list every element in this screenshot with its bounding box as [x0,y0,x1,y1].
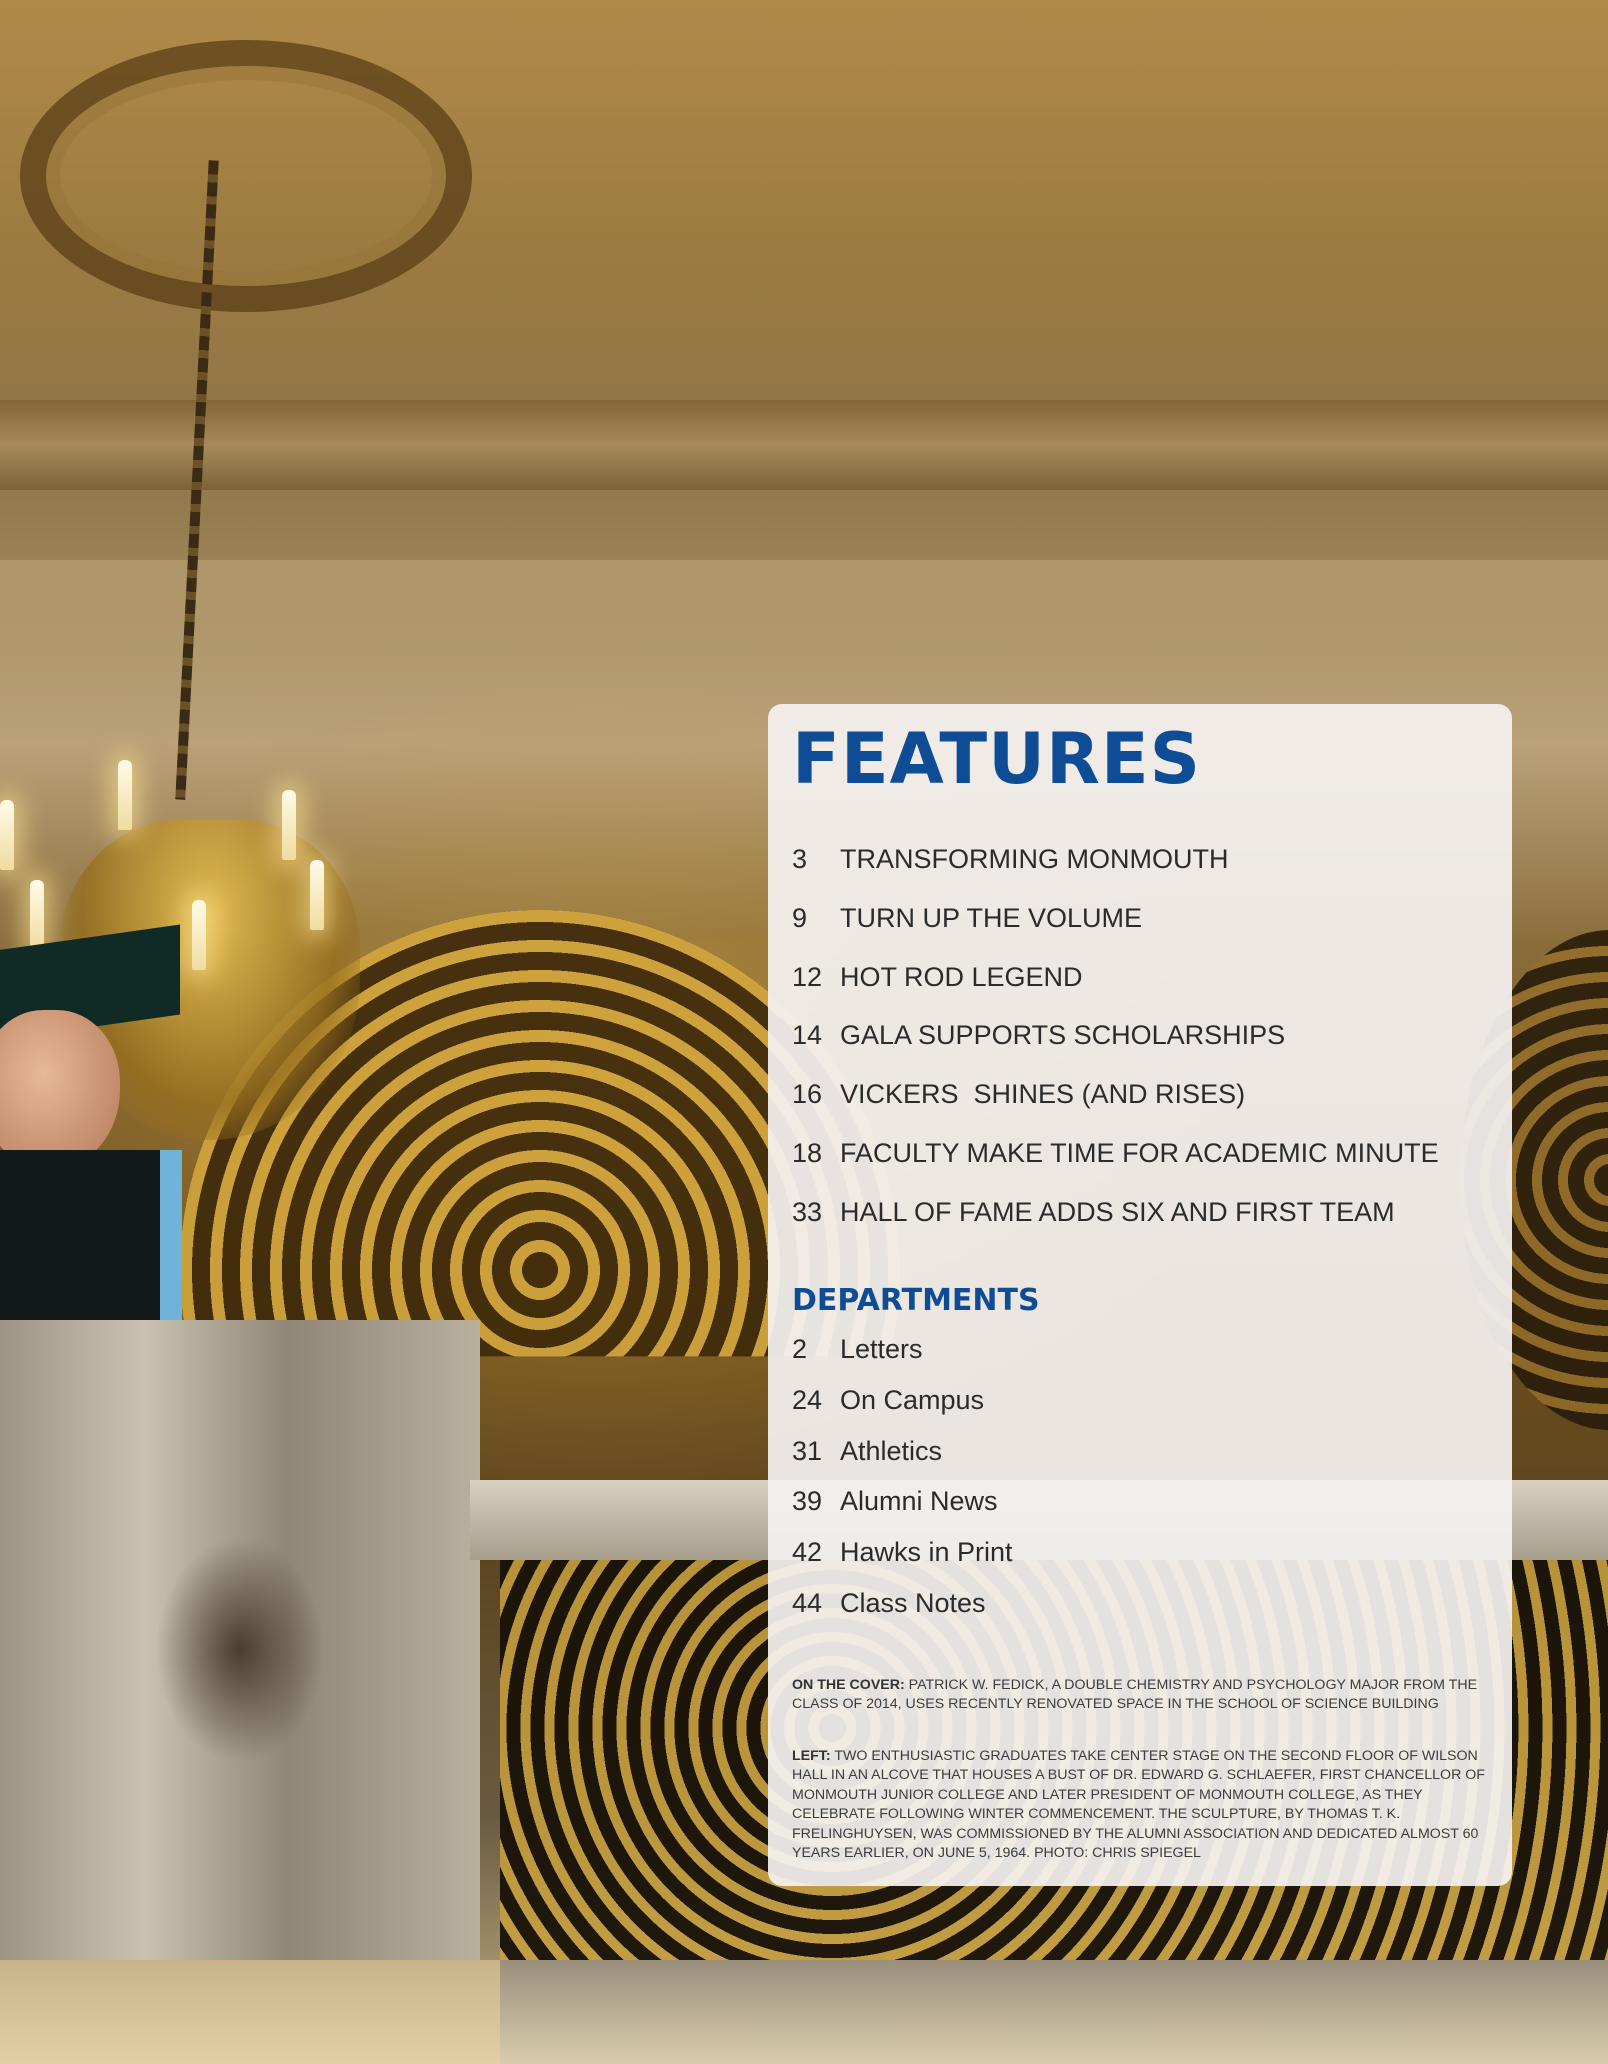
page-number: 18 [792,1137,823,1168]
contents-panel: FEATURES 3 TRANSFORMING MONMOUTH 9 TURN UP… [768,704,1512,1886]
feature-title: HALL OF FAME ADDS SIX AND FIRST TEAM [840,1196,1395,1227]
department-title: Alumni News [840,1486,998,1517]
features-heading: FEATURES [792,718,1202,800]
feature-item[interactable]: 33 HALL OF FAME ADDS SIX AND FIRST TEAM [792,1197,1492,1256]
department-title: Athletics [840,1435,943,1466]
feature-item[interactable]: 18 FACULTY MAKE TIME FOR ACADEMIC MINUTE [792,1138,1492,1197]
ceiling-molding [0,400,1608,490]
feature-item[interactable]: 14 GALA SUPPORTS SCHOLARSHIPS [792,1020,1492,1079]
feature-item[interactable]: 3 TRANSFORMING MONMOUTH [792,844,1492,903]
departments-heading: DEPARTMENTS [792,1283,1040,1318]
department-title: Hawks in Print [840,1537,1013,1568]
candle-light [30,880,44,950]
department-item[interactable]: 24 On Campus [792,1385,1492,1436]
feature-title: HOT ROD LEGEND [840,961,1083,992]
feature-title: GALA SUPPORTS SCHOLARSHIPS [840,1020,1286,1051]
department-title: Letters [840,1334,923,1364]
photo-caption-label: LEFT: [792,1748,831,1764]
department-item[interactable]: 31 Athletics [792,1436,1492,1487]
page-number: 24 [792,1384,823,1415]
feature-title: TURN UP THE VOLUME [840,902,1143,933]
candle-light [0,800,14,870]
page-number: 42 [792,1537,823,1568]
page-number: 12 [792,961,823,992]
feature-item[interactable]: 9 TURN UP THE VOLUME [792,903,1492,962]
feature-title: TRANSFORMING MONMOUTH [840,844,1229,874]
candle-light [192,900,206,970]
feature-item[interactable]: 16 VICKERS SHINES (AND RISES) [792,1079,1492,1138]
floor-band-left [0,1960,500,2064]
department-item[interactable]: 39 Alumni News [792,1486,1492,1537]
page-number: 2 [792,1334,808,1364]
department-title: Class Notes [840,1587,986,1618]
photo-caption: LEFT: TWO ENTHUSIASTIC GRADUATES TAKE CE… [792,1747,1486,1863]
feature-title: FACULTY MAKE TIME FOR ACADEMIC MINUTE [840,1137,1439,1168]
department-title: On Campus [840,1384,985,1415]
page-number: 16 [792,1079,823,1110]
candle-light [282,790,296,860]
marble-balustrade [0,1320,480,2064]
cover-caption: ON THE COVER: PATRICK W. FEDICK, A DOUBL… [792,1676,1486,1715]
department-item[interactable]: 2 Letters [792,1334,1492,1385]
ceiling-rosette [20,40,472,312]
candle-light [118,760,132,830]
department-item[interactable]: 42 Hawks in Print [792,1537,1492,1588]
departments-list: 2 Letters 24 On Campus 31 Athletics 39 Alumn… [792,1334,1492,1639]
cover-caption-label: ON THE COVER: [792,1677,905,1693]
page-number: 33 [792,1196,823,1227]
page-number: 9 [792,902,808,933]
floor-band [440,1960,1608,2064]
feature-item[interactable]: 12 HOT ROD LEGEND [792,962,1492,1021]
candle-light [310,860,324,930]
page-number: 31 [792,1435,823,1466]
department-item[interactable]: 44 Class Notes [792,1588,1492,1639]
photo-caption-text: TWO ENTHUSIASTIC GRADUATES TAKE CENTER S… [792,1748,1485,1862]
features-list: 3 TRANSFORMING MONMOUTH 9 TURN UP THE VOLU… [792,844,1492,1256]
page-number: 39 [792,1486,823,1517]
feature-title: VICKERS SHINES (AND RISES) [840,1079,1246,1110]
page-number: 3 [792,844,808,874]
page-number: 14 [792,1020,823,1051]
page-number: 44 [792,1587,823,1618]
graduate-face [0,1010,120,1170]
